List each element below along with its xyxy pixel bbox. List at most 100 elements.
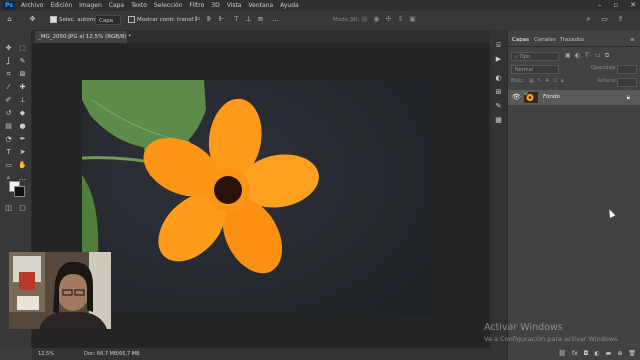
layer-select-dropdown[interactable]: Capa: [95, 15, 121, 25]
filter-adjust-icon[interactable]: ◐: [575, 52, 580, 59]
scale-3d-icon[interactable]: ▣: [408, 15, 417, 24]
arrange-icon[interactable]: ▭: [600, 15, 609, 24]
layer-row[interactable]: 👁︎ Fondo 🔒︎: [508, 90, 640, 105]
properties-panel-icon[interactable]: ⊞: [494, 88, 503, 97]
layer-name[interactable]: Fondo: [543, 90, 560, 105]
more-options-icon[interactable]: …: [271, 15, 280, 24]
path-select-icon[interactable]: ➤: [17, 147, 28, 157]
distribute-icon[interactable]: ≡: [256, 15, 265, 24]
status-arrow-icon[interactable]: ›: [132, 348, 134, 360]
move-tool-icon[interactable]: ✥: [3, 43, 14, 53]
brushes-panel-icon[interactable]: ✎: [494, 102, 503, 111]
background-color-swatch[interactable]: [14, 186, 25, 197]
swatches-panel-icon[interactable]: ▦: [494, 116, 503, 125]
adjustments-panel-icon[interactable]: ◐: [494, 74, 503, 83]
link-layers-icon[interactable]: ⛓: [558, 348, 566, 360]
filter-smart-icon[interactable]: ⧉: [605, 52, 609, 60]
menu-imagen[interactable]: Imagen: [79, 0, 102, 11]
menu-seleccion[interactable]: Selección: [154, 0, 183, 11]
maximize-icon[interactable]: ▫: [613, 0, 618, 11]
lock-icon[interactable]: 🔒︎: [627, 90, 630, 105]
stamp-icon[interactable]: ⊥: [17, 95, 28, 105]
quick-select-icon[interactable]: ✎: [17, 56, 28, 66]
panel-menu-icon[interactable]: ≡: [630, 34, 635, 46]
lock-move-icon[interactable]: ✥: [545, 78, 549, 84]
actions-panel-icon[interactable]: ▶: [494, 55, 503, 64]
eye-icon[interactable]: 👁︎: [512, 90, 521, 105]
menu-texto[interactable]: Texto: [131, 0, 147, 11]
shape-icon[interactable]: ▭: [3, 160, 14, 170]
show-transform-checkbox[interactable]: Mostrar contr. transf.: [128, 15, 194, 25]
menu-edicion[interactable]: Edición: [50, 0, 72, 11]
hand-icon[interactable]: ✋: [17, 160, 28, 170]
filter-pixel-icon[interactable]: ▣: [565, 52, 571, 59]
lock-paint-icon[interactable]: ✎: [537, 78, 541, 84]
minimize-icon[interactable]: –: [598, 0, 602, 11]
menu-vista[interactable]: Vista: [227, 0, 242, 11]
menu-capa[interactable]: Capa: [109, 0, 124, 11]
zoom-level[interactable]: 12,5%: [38, 348, 54, 360]
type-icon[interactable]: T: [3, 147, 14, 157]
eyedropper-icon[interactable]: ⁄: [3, 82, 14, 92]
tab-trazados[interactable]: Trazados: [560, 34, 584, 46]
align-center-icon[interactable]: ⊪: [205, 15, 214, 24]
orbit-3d-icon[interactable]: ◎: [360, 15, 369, 24]
slide-3d-icon[interactable]: ⇕: [396, 15, 405, 24]
fill-input[interactable]: [617, 78, 637, 87]
new-group-icon[interactable]: ▬: [606, 348, 612, 360]
document-tab[interactable]: _MG_2050.JPG al 12,5% (RGB/8) *: [35, 31, 131, 43]
marquee-icon[interactable]: ⬚: [17, 43, 28, 53]
menu-archivo[interactable]: Archivo: [21, 0, 43, 11]
healing-icon[interactable]: ✚: [17, 82, 28, 92]
layer-filter-input[interactable]: ⌕ Tipo: [511, 52, 559, 61]
menu-ventana[interactable]: Ventana: [248, 0, 273, 11]
tab-capas[interactable]: Capas: [512, 34, 529, 46]
roll-3d-icon[interactable]: ◉: [372, 15, 381, 24]
menu-filtro[interactable]: Filtro: [190, 0, 205, 11]
close-icon[interactable]: ✕: [630, 0, 636, 11]
webcam-overlay: [9, 252, 111, 329]
menu-ayuda[interactable]: Ayuda: [280, 0, 299, 11]
lock-all-icon[interactable]: 🔒︎: [561, 78, 564, 84]
eraser-icon[interactable]: ◆: [17, 108, 28, 118]
auto-select-checkbox[interactable]: Selec. autom.:: [50, 15, 99, 25]
filter-shape-icon[interactable]: ▭: [595, 52, 601, 59]
align-middle-icon[interactable]: ⊥: [244, 15, 253, 24]
pen-icon[interactable]: ✒: [17, 134, 28, 144]
pan-3d-icon[interactable]: ✣: [384, 15, 393, 24]
align-left-icon[interactable]: ⊫: [193, 15, 202, 24]
document-image[interactable]: [82, 80, 433, 314]
lasso-icon[interactable]: ʆ: [3, 56, 14, 66]
lock-artboard-icon[interactable]: ⊡: [553, 78, 557, 84]
crop-icon[interactable]: ⌗: [3, 69, 14, 79]
menu-3d[interactable]: 3D: [211, 0, 219, 11]
brush-icon[interactable]: ✐: [3, 95, 14, 105]
layer-style-icon[interactable]: fx: [572, 348, 578, 360]
filter-type-icon[interactable]: T: [585, 52, 589, 59]
quick-mask-icon[interactable]: ◫: [3, 203, 14, 213]
screen-mode-icon[interactable]: ▢: [17, 203, 28, 213]
delete-layer-icon[interactable]: 🗑︎: [628, 348, 636, 360]
gradient-icon[interactable]: ▤: [3, 121, 14, 131]
history-brush-icon[interactable]: ↺: [3, 108, 14, 118]
new-adjustment-icon[interactable]: ◐: [594, 348, 599, 360]
lock-pixels-icon[interactable]: ▦: [529, 78, 534, 84]
frame-icon[interactable]: ⊠: [17, 69, 28, 79]
dodge-icon[interactable]: ◔: [3, 134, 14, 144]
new-layer-icon[interactable]: ⊕: [617, 348, 622, 360]
move-icon[interactable]: ✥: [28, 15, 37, 24]
fill-label: Relleno:: [597, 78, 618, 84]
blend-mode-select[interactable]: Normal: [511, 65, 559, 74]
flower-photo: [82, 80, 433, 314]
history-panel-icon[interactable]: ⌸: [494, 41, 503, 50]
share-icon[interactable]: ⇪: [616, 15, 625, 24]
home-icon[interactable]: ⌂: [5, 15, 14, 24]
tab-canales[interactable]: Canales: [534, 34, 556, 46]
opacity-input[interactable]: [617, 65, 637, 74]
search-icon[interactable]: ⌕: [584, 15, 593, 24]
align-right-icon[interactable]: ⊩: [217, 15, 226, 24]
menu-list: Archivo Edición Imagen Capa Texto Selecc…: [21, 0, 299, 11]
align-top-icon[interactable]: ⊤: [232, 15, 241, 24]
blur-icon[interactable]: ●: [17, 121, 28, 131]
add-mask-icon[interactable]: ◘: [584, 348, 589, 360]
